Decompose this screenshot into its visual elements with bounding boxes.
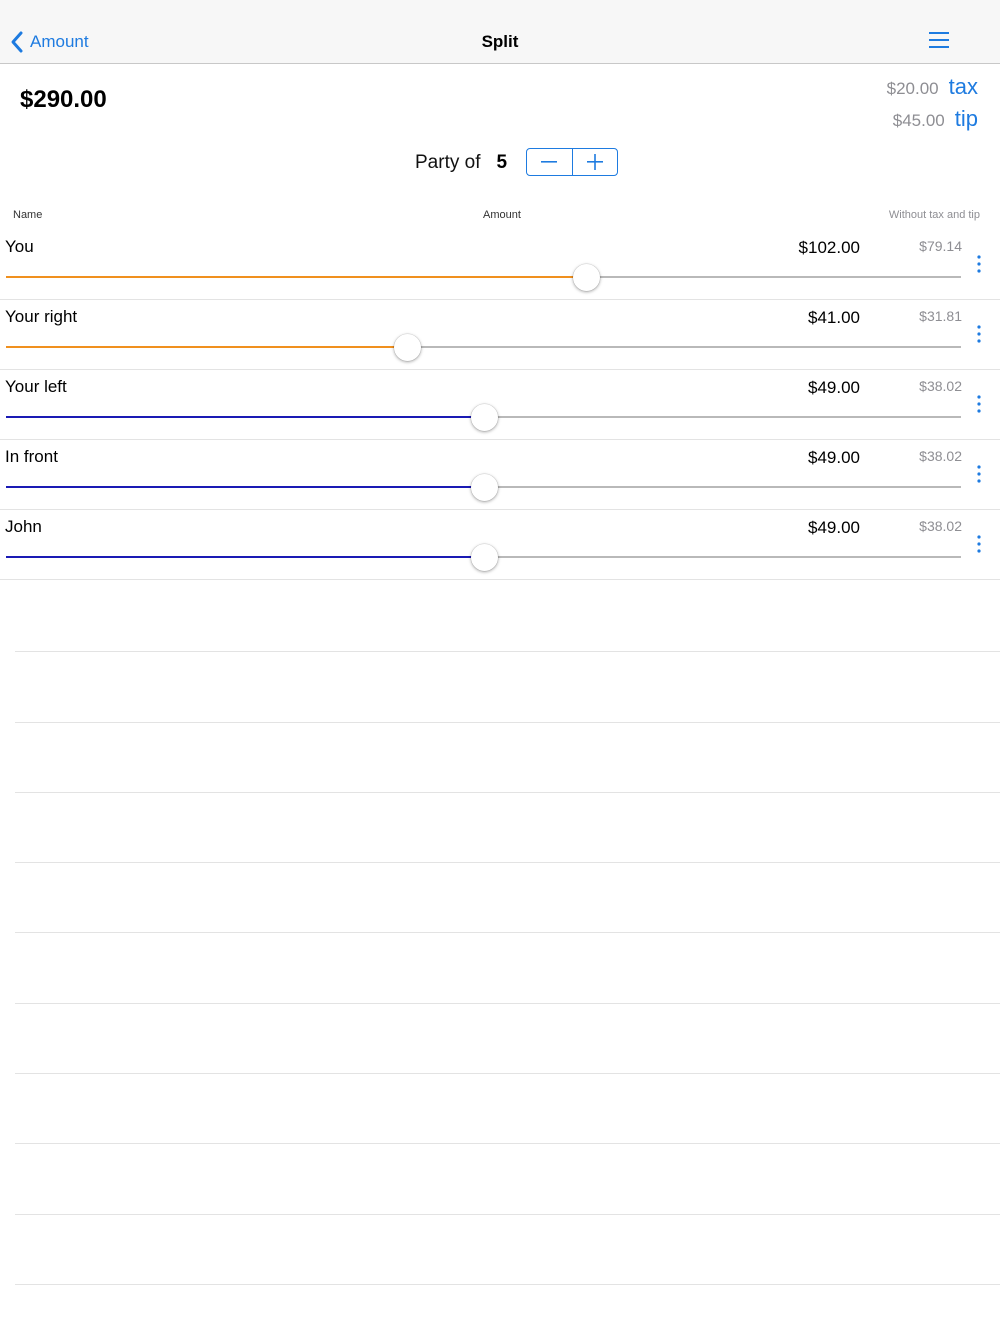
tax-row: $20.00 tax bbox=[887, 74, 978, 100]
more-options-button[interactable] bbox=[972, 324, 986, 344]
slider-fill bbox=[6, 276, 586, 278]
vertical-ellipsis-icon bbox=[977, 395, 981, 413]
empty-row bbox=[15, 1074, 1000, 1145]
person-amount: $102.00 bbox=[798, 238, 860, 257]
party-count: 5 bbox=[496, 152, 508, 173]
tip-value: $45.00 bbox=[892, 111, 945, 130]
slider-thumb[interactable] bbox=[470, 474, 498, 501]
column-header-name: Name bbox=[13, 209, 43, 221]
slider-fill bbox=[6, 556, 484, 558]
empty-row bbox=[15, 1004, 1000, 1075]
decrement-button[interactable] bbox=[527, 149, 573, 175]
vertical-ellipsis-icon bbox=[977, 325, 981, 343]
person-amount: $41.00 bbox=[808, 308, 860, 327]
slider-fill bbox=[6, 416, 484, 418]
column-header-amount: Amount bbox=[483, 209, 521, 221]
empty-row bbox=[15, 793, 1000, 864]
tip-row: $45.00 tip bbox=[893, 106, 978, 132]
column-header-without-tax-tip: Without tax and tip bbox=[888, 209, 980, 221]
more-options-button[interactable] bbox=[972, 534, 986, 554]
person-amount: $49.00 bbox=[808, 448, 860, 467]
slider-thumb[interactable] bbox=[394, 334, 422, 361]
tax-value: $20.00 bbox=[886, 79, 939, 98]
party-size: Party of 5 bbox=[415, 148, 507, 178]
vertical-ellipsis-icon bbox=[977, 535, 981, 553]
empty-row bbox=[15, 863, 1000, 934]
person-amount: $49.00 bbox=[808, 378, 860, 397]
slider-fill bbox=[6, 486, 484, 488]
page-title: Split bbox=[481, 32, 519, 51]
empty-rows bbox=[0, 582, 1000, 1285]
person-row: John $49.00 $38.02 bbox=[0, 510, 1000, 580]
menu-button[interactable] bbox=[926, 30, 954, 52]
slider-thumb[interactable] bbox=[470, 404, 498, 431]
more-options-button[interactable] bbox=[972, 394, 986, 414]
empty-row bbox=[15, 652, 1000, 723]
person-row: Your left $49.00 $38.02 bbox=[0, 370, 1000, 440]
empty-row bbox=[15, 933, 1000, 1004]
empty-row bbox=[15, 582, 1000, 653]
plus-icon bbox=[586, 154, 603, 170]
person-row: In front $49.00 $38.02 bbox=[0, 440, 1000, 510]
more-options-button[interactable] bbox=[972, 464, 986, 484]
amount-slider[interactable] bbox=[6, 334, 961, 361]
person-amount-without-tax-tip: $38.02 bbox=[919, 448, 962, 464]
person-amount-without-tax-tip: $38.02 bbox=[919, 518, 962, 534]
person-amount-without-tax-tip: $31.81 bbox=[919, 308, 962, 324]
more-options-button[interactable] bbox=[972, 254, 986, 274]
person-name: Your right bbox=[5, 307, 78, 326]
slider-thumb[interactable] bbox=[470, 544, 498, 571]
empty-row bbox=[15, 1144, 1000, 1215]
person-row: Your right $41.00 $31.81 bbox=[0, 300, 1000, 370]
empty-row bbox=[15, 1215, 1000, 1285]
person-name: John bbox=[5, 517, 42, 536]
person-row: You $102.00 $79.14 bbox=[0, 230, 1000, 300]
amount-slider[interactable] bbox=[6, 474, 961, 501]
minus-icon bbox=[541, 161, 558, 163]
hamburger-menu-icon bbox=[929, 32, 949, 48]
navigation-bar: Amount Split bbox=[0, 0, 1000, 64]
tip-button[interactable]: tip bbox=[955, 106, 978, 132]
vertical-ellipsis-icon bbox=[977, 255, 981, 273]
tax-button[interactable]: tax bbox=[949, 74, 978, 100]
people-list: You $102.00 $79.14 Your right $41.00 $31… bbox=[0, 230, 1000, 580]
slider-fill bbox=[6, 346, 408, 348]
person-name: In front bbox=[5, 447, 58, 466]
vertical-ellipsis-icon bbox=[977, 465, 981, 483]
person-name: You bbox=[5, 237, 34, 256]
total-amount: $290.00 bbox=[20, 86, 107, 113]
increment-button[interactable] bbox=[573, 149, 618, 175]
slider-thumb[interactable] bbox=[572, 264, 600, 291]
amount-slider[interactable] bbox=[6, 544, 961, 571]
amount-slider[interactable] bbox=[6, 404, 961, 431]
person-amount: $49.00 bbox=[808, 518, 860, 537]
party-stepper bbox=[526, 148, 618, 176]
amount-slider[interactable] bbox=[6, 264, 961, 291]
person-name: Your left bbox=[5, 377, 67, 396]
person-amount-without-tax-tip: $79.14 bbox=[919, 238, 962, 254]
party-label: Party of bbox=[415, 152, 481, 173]
empty-row bbox=[15, 723, 1000, 793]
person-amount-without-tax-tip: $38.02 bbox=[919, 378, 962, 394]
